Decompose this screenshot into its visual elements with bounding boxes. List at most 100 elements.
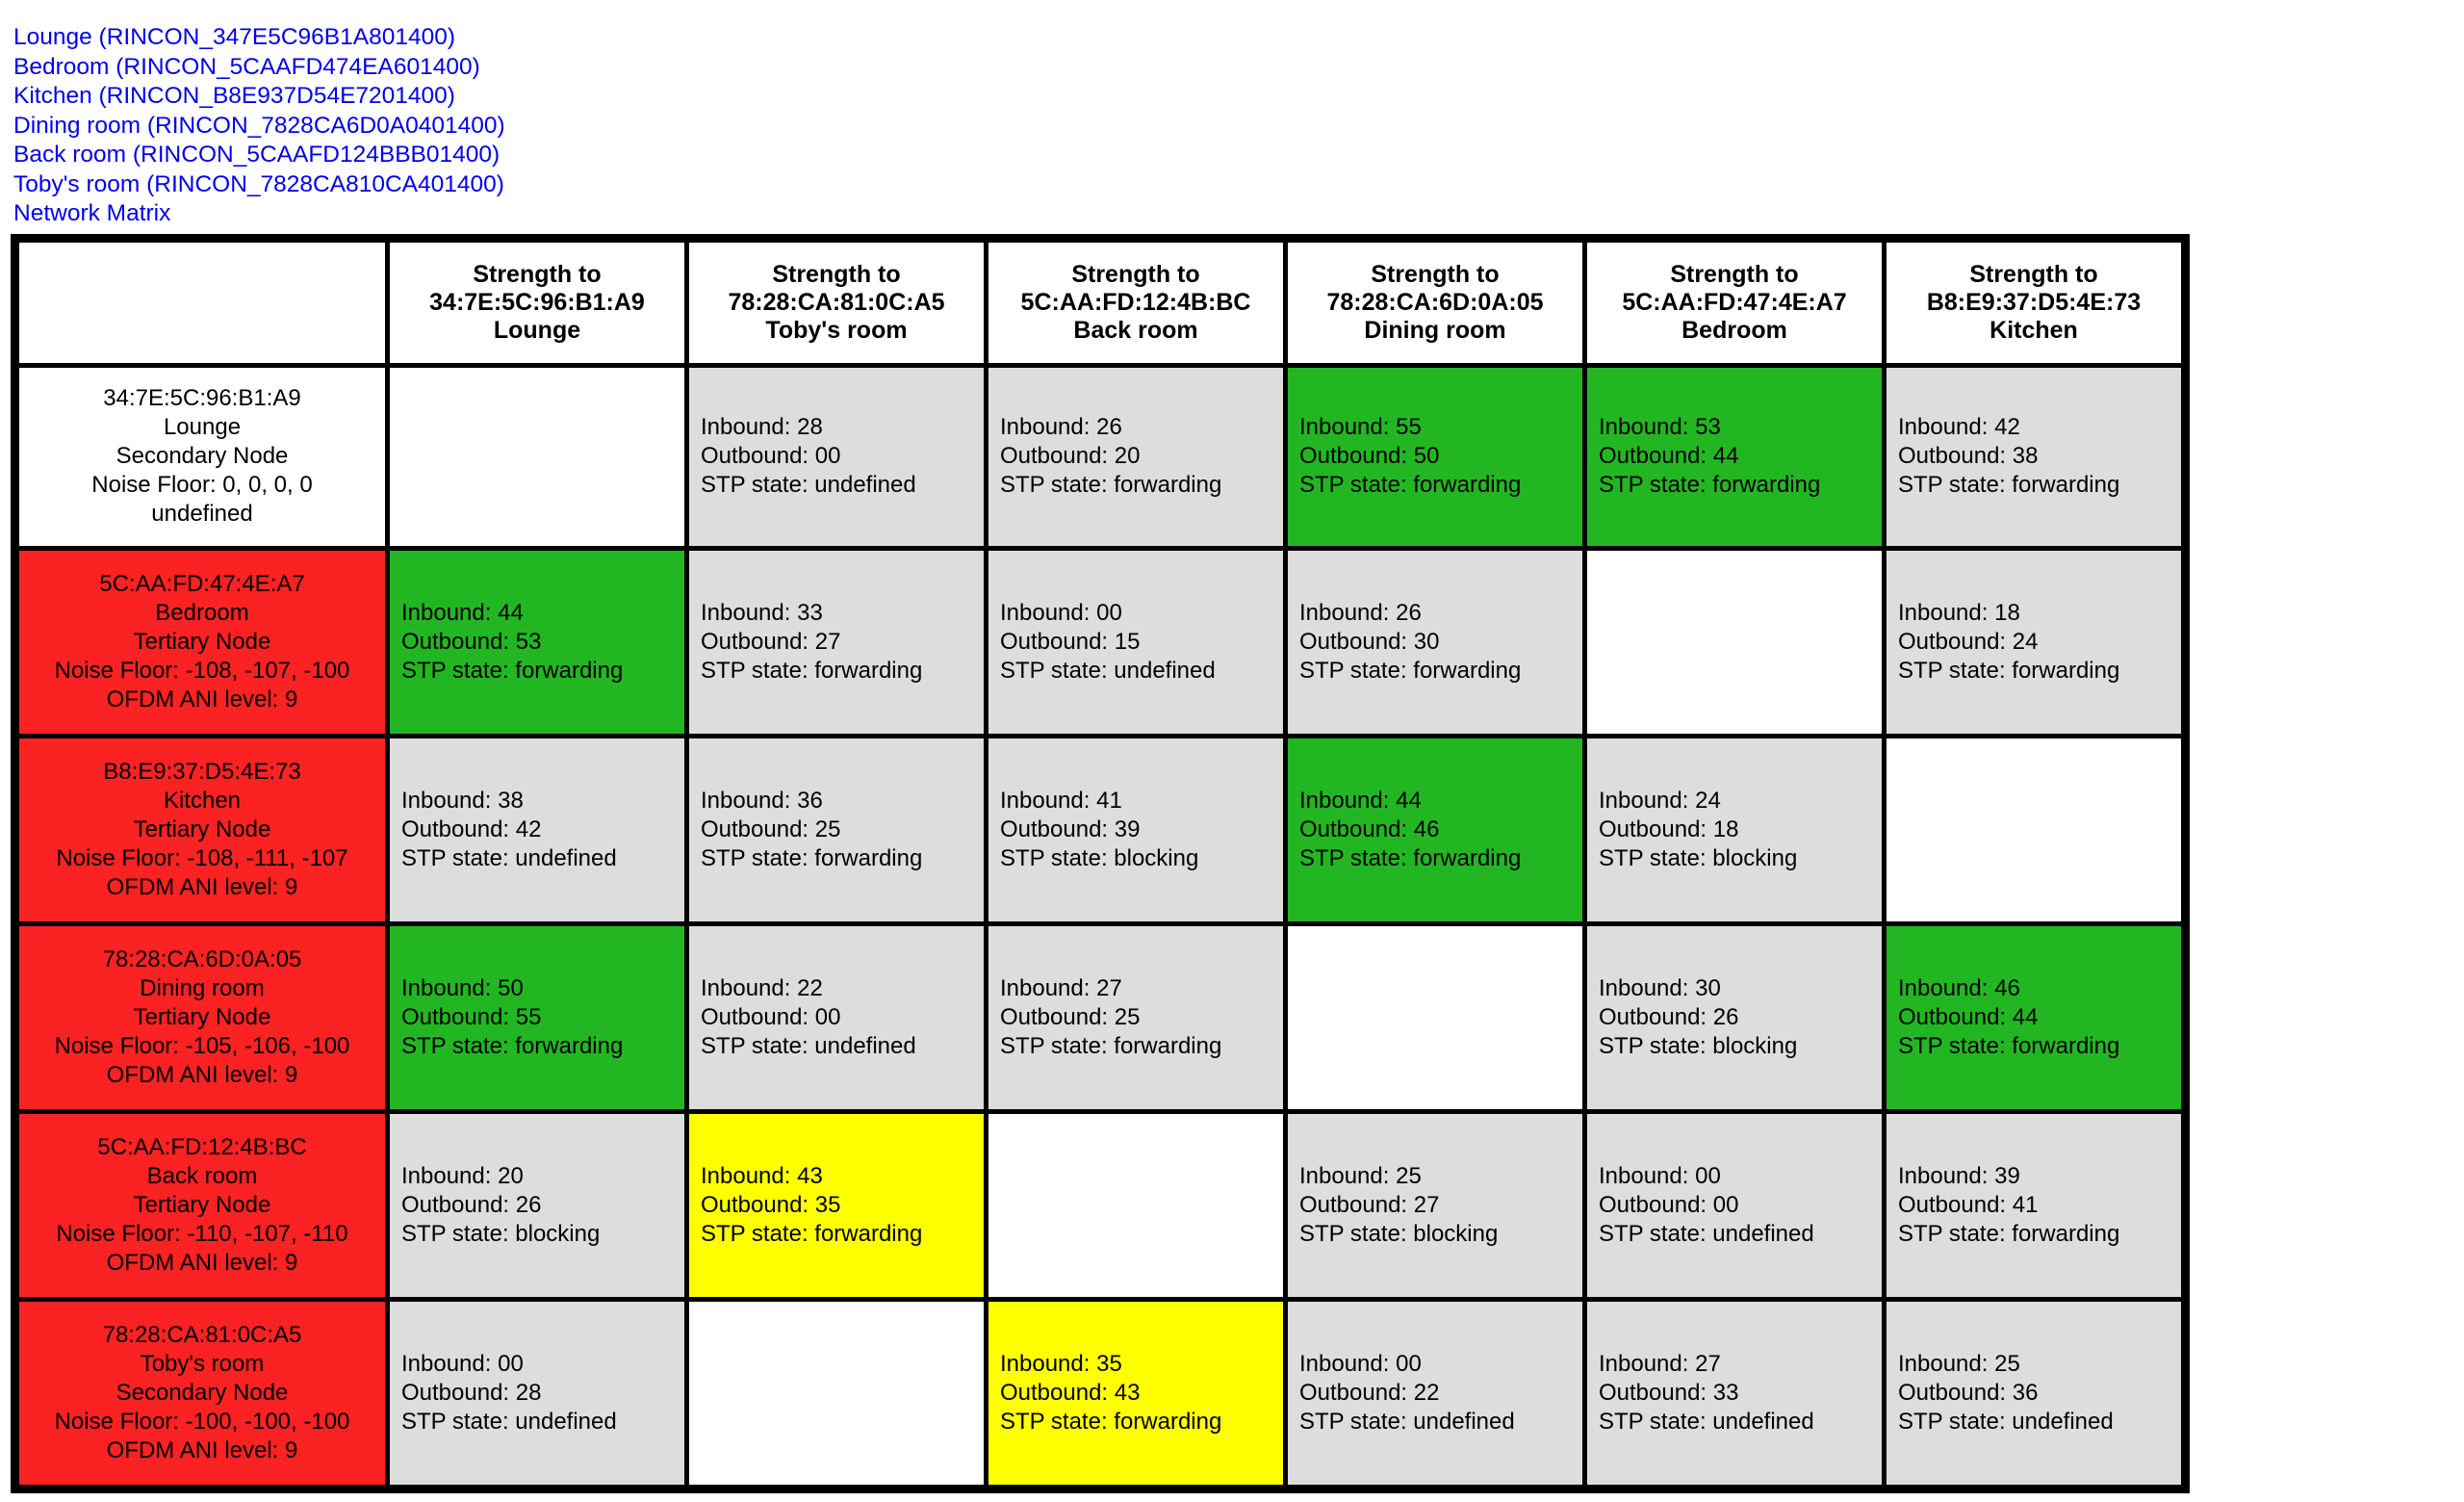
matrix-cell-content: Inbound: 44 Outbound: 46 STP state: forwar… <box>1288 738 1582 921</box>
matrix-cell: Inbound: 44 Outbound: 53 STP state: forwar… <box>390 550 684 734</box>
device-link[interactable]: Dining room (RINCON_7828CA6D0A0401400) <box>13 112 2464 142</box>
cell-outbound: Outbound: 44 <box>1599 443 1739 469</box>
device-link[interactable]: Bedroom (RINCON_5CAAFD474EA601400) <box>13 53 2464 83</box>
cell-outbound: Outbound: 35 <box>701 1191 841 1218</box>
column-header-room: Toby's room <box>765 316 908 344</box>
row-header-content: B8:E9:37:D5:4E:73 Kitchen Tertiary Node Noi… <box>19 738 385 921</box>
cell-stp: STP state: forwarding <box>1299 844 1522 871</box>
matrix-cell: Inbound: 42 Outbound: 38 STP state: forwar… <box>1886 367 2181 546</box>
cell-inbound: Inbound: 18 <box>1898 599 2020 626</box>
cell-stp: STP state: blocking <box>1599 1032 1798 1059</box>
column-header-content: Strength to 78:28:CA:81:0C:A5 Toby's room <box>689 242 984 363</box>
matrix-head: Strength to 34:7E:5C:96:B1:A9 Lounge Streng… <box>19 242 2181 363</box>
cell-outbound: Outbound: 33 <box>1599 1379 1739 1406</box>
row-header-6: 78:28:CA:81:0C:A5 Toby's room Secondary No… <box>19 1301 385 1485</box>
row-header-noise: Noise Floor: -105, -106, -100 <box>54 1032 350 1059</box>
cell-stp: STP state: forwarding <box>1000 1032 1222 1059</box>
row-header-mac: 78:28:CA:6D:0A:05 <box>102 945 302 972</box>
matrix-cell: Inbound: 27 Outbound: 33 STP state: undefi… <box>1587 1301 1882 1485</box>
cell-outbound: Outbound: 38 <box>1898 443 2039 469</box>
matrix-cell-content: Inbound: 53 Outbound: 44 STP state: forwar… <box>1587 367 1882 546</box>
cell-outbound: Outbound: 50 <box>1299 443 1440 469</box>
matrix-cell: Inbound: 26 Outbound: 20 STP state: forwar… <box>988 367 1283 546</box>
matrix-cell-content: Inbound: 25 Outbound: 36 STP state: undefi… <box>1886 1301 2181 1485</box>
cell-inbound: Inbound: 00 <box>1299 1350 1422 1377</box>
matrix-cell: Inbound: 00 Outbound: 15 STP state: undefi… <box>988 550 1283 734</box>
cell-outbound: Outbound: 30 <box>1299 628 1440 655</box>
cell-outbound: Outbound: 39 <box>1000 816 1141 842</box>
cell-outbound: Outbound: 25 <box>701 816 841 842</box>
device-link[interactable]: Back room (RINCON_5CAAFD124BBB01400) <box>13 141 2464 170</box>
matrix-cell: Inbound: 25 Outbound: 27 STP state: blocki… <box>1288 1113 1582 1297</box>
row-header-content: 78:28:CA:6D:0A:05 Dining room Tertiary Nod… <box>19 925 385 1109</box>
row-header-room: Dining room <box>140 974 265 1001</box>
matrix-cell-content: Inbound: 27 Outbound: 25 STP state: forwar… <box>988 925 1283 1109</box>
row-header-content: 78:28:CA:81:0C:A5 Toby's room Secondary No… <box>19 1301 385 1485</box>
cell-outbound: Outbound: 27 <box>701 628 841 655</box>
cell-inbound: Inbound: 46 <box>1898 974 2020 1001</box>
cell-inbound: Inbound: 24 <box>1599 787 1721 814</box>
matrix-cell-content <box>390 367 684 546</box>
matrix-cell-content: Inbound: 00 Outbound: 15 STP state: undefi… <box>988 550 1283 734</box>
column-header-prefix: Strength to <box>473 260 602 288</box>
cell-outbound: Outbound: 26 <box>401 1191 542 1218</box>
cell-inbound: Inbound: 26 <box>1000 414 1122 440</box>
matrix-cell-content: Inbound: 26 Outbound: 30 STP state: forwar… <box>1288 550 1582 734</box>
device-link[interactable]: Lounge (RINCON_347E5C96B1A801400) <box>13 23 2464 53</box>
row-header-noise: Noise Floor: -108, -111, -107 <box>56 844 348 871</box>
row-header-noise: Noise Floor: 0, 0, 0, 0 <box>91 472 313 498</box>
device-link[interactable]: Toby's room (RINCON_7828CA810CA401400) <box>13 170 2464 200</box>
row-header-2: 5C:AA:FD:47:4E:A7 Bedroom Tertiary Node Noi… <box>19 550 385 734</box>
device-link[interactable]: Kitchen (RINCON_B8E937D54E7201400) <box>13 82 2464 112</box>
table-row: 78:28:CA:6D:0A:05 Dining room Tertiary Nod… <box>19 925 2181 1109</box>
cell-stp: STP state: forwarding <box>701 657 923 684</box>
column-header-room: Bedroom <box>1681 316 1787 344</box>
column-header-room: Back room <box>1073 316 1198 344</box>
cell-inbound: Inbound: 35 <box>1000 1350 1122 1377</box>
cell-stp: STP state: forwarding <box>701 844 923 871</box>
row-header-mac: 78:28:CA:81:0C:A5 <box>102 1321 302 1348</box>
cell-stp: STP state: blocking <box>1299 1220 1499 1247</box>
cell-stp: STP state: forwarding <box>1898 1032 2120 1059</box>
row-header-noise: Noise Floor: -108, -107, -100 <box>54 657 350 684</box>
cell-inbound: Inbound: 25 <box>1898 1350 2020 1377</box>
matrix-cell: Inbound: 27 Outbound: 25 STP state: forwar… <box>988 925 1283 1109</box>
matrix-cell: Inbound: 18 Outbound: 24 STP state: forwar… <box>1886 550 2181 734</box>
matrix-cell-content: Inbound: 00 Outbound: 28 STP state: undefi… <box>390 1301 684 1485</box>
row-header-noise: Noise Floor: -110, -107, -110 <box>56 1220 348 1247</box>
matrix-cell: Inbound: 43 Outbound: 35 STP state: forwar… <box>689 1113 984 1297</box>
column-header-prefix: Strength to <box>1969 260 2098 288</box>
cell-outbound: Outbound: 24 <box>1898 628 2039 655</box>
cell-outbound: Outbound: 44 <box>1898 1003 2039 1030</box>
matrix-cell: Inbound: 28 Outbound: 00 STP state: undefi… <box>689 367 984 546</box>
matrix-cell-content: Inbound: 42 Outbound: 38 STP state: forwar… <box>1886 367 2181 546</box>
link-network-matrix[interactable]: Network Matrix <box>13 199 2464 229</box>
row-header-5: 5C:AA:FD:12:4B:BC Back room Tertiary Node N… <box>19 1113 385 1297</box>
cell-inbound: Inbound: 25 <box>1299 1162 1422 1189</box>
row-header-room: Lounge <box>163 414 242 440</box>
cell-inbound: Inbound: 27 <box>1000 974 1122 1001</box>
matrix-cell: Inbound: 41 Outbound: 39 STP state: blocki… <box>988 738 1283 921</box>
matrix-body: 34:7E:5C:96:B1:A9 Lounge Secondary Node Noi… <box>19 367 2181 1485</box>
column-header-content: Strength to 5C:AA:FD:12:4B:BC Back room <box>988 242 1283 363</box>
cell-inbound: Inbound: 44 <box>1299 787 1422 814</box>
cell-outbound: Outbound: 41 <box>1898 1191 2039 1218</box>
matrix-cell-content: Inbound: 22 Outbound: 00 STP state: undefi… <box>689 925 984 1109</box>
row-header-ani: OFDM ANI level: 9 <box>106 1437 298 1463</box>
column-header-content: Strength to 78:28:CA:6D:0A:05 Dining room <box>1288 242 1582 363</box>
row-header-content: 5C:AA:FD:12:4B:BC Back room Tertiary Node N… <box>19 1113 385 1297</box>
cell-inbound: Inbound: 30 <box>1599 974 1721 1001</box>
cell-stp: STP state: forwarding <box>1299 472 1522 498</box>
cell-outbound: Outbound: 26 <box>1599 1003 1739 1030</box>
matrix-corner-cell <box>19 242 385 363</box>
row-header-room: Kitchen <box>163 787 242 814</box>
cell-stp: STP state: forwarding <box>1898 657 2120 684</box>
matrix-cell-content: Inbound: 55 Outbound: 50 STP state: forwar… <box>1288 367 1582 546</box>
cell-stp: STP state: blocking <box>401 1220 601 1247</box>
matrix-cell-content: Inbound: 39 Outbound: 41 STP state: forwar… <box>1886 1113 2181 1297</box>
table-row: 5C:AA:FD:12:4B:BC Back room Tertiary Node N… <box>19 1113 2181 1297</box>
cell-inbound: Inbound: 00 <box>1599 1162 1721 1189</box>
cell-inbound: Inbound: 41 <box>1000 787 1122 814</box>
matrix-cell-content: Inbound: 38 Outbound: 42 STP state: undefi… <box>390 738 684 921</box>
matrix-cell-content <box>1288 925 1582 1109</box>
